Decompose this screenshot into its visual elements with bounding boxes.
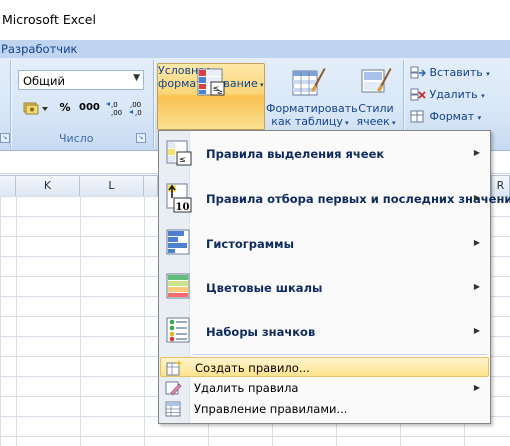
new-rule-icon [166,360,183,376]
svg-text:≥: ≥ [217,88,223,96]
menu-item-data-bars[interactable]: Гистограммы ▶ [160,222,489,264]
grid-line [16,196,17,446]
format-as-table-button[interactable]: Форматировать как таблицу ▾ [266,64,358,130]
submenu-arrow-icon: ▶ [473,383,480,392]
svg-text:,0: ,0 [135,109,142,117]
svg-text:,00: ,00 [111,109,122,117]
icon-sets-icon [166,317,190,343]
menu-item-icon-sets[interactable]: Наборы значков ▶ [160,310,489,352]
menu-item-label: Удалить правила [194,381,299,395]
column-header[interactable] [144,176,158,196]
menu-item-label: Правила отбора первых и последних значен… [206,192,510,206]
accounting-format-button[interactable] [20,98,52,118]
conditional-formatting-icon: ≤ ≥ [197,68,225,96]
submenu-arrow-icon: ▶ [473,193,480,202]
submenu-arrow-icon: ▶ [473,326,480,335]
menu-item-label: Создать правило... [195,361,310,375]
menu-item-clear-rules[interactable]: Удалить правила ▶ [160,378,489,398]
number-group-launcher[interactable]: ↘ [136,131,148,145]
delete-cells-button[interactable]: Удалить ▾ [410,88,485,106]
data-bars-icon [166,229,190,255]
cell-styles-label-2: ячеек ▾ [354,115,398,130]
menu-item-new-rule[interactable]: Создать правило... [160,357,489,377]
menu-item-label: Правила выделения ячеек [206,147,385,161]
menu-item-manage-rules[interactable]: Управление правилами... [160,399,489,419]
delete-cells-icon [410,88,426,101]
format-as-table-icon [292,68,326,96]
format-as-table-label-2: как таблицу ▾ [266,115,354,130]
percent-style-button[interactable]: % [54,98,76,118]
alignment-group-launcher[interactable]: ↘ [0,131,10,145]
menu-item-highlight-cells-rules[interactable]: ≤ Правила выделения ячеек ▶ [160,134,489,174]
cell-styles-label-text: ячеек [356,115,390,128]
chevron-down-icon: ▾ [486,70,490,78]
menu-item-label: Цветовые шкалы [206,281,323,295]
grid-line [80,196,81,446]
top-bottom-rules-icon: 10 [166,183,192,213]
column-header[interactable] [0,176,16,196]
conditional-formatting-menu: ≤ Правила выделения ячеек ▶ 10 Правила о… [158,130,510,424]
chevron-down-icon: ▾ [342,119,349,127]
svg-text:≤: ≤ [179,155,186,164]
title-bar: Microsoft Excel [0,0,510,40]
increase-decimal-icon: ,0 ,00 [106,101,122,117]
group-separator [10,60,11,148]
chevron-down-icon: ▾ [477,114,482,122]
format-cells-icon [410,110,424,123]
svg-text:,0: ,0 [111,101,118,109]
increase-decimal-button[interactable]: ,0 ,00 [103,98,125,118]
menu-item-label: Управление правилами... [194,402,348,416]
conditional-formatting-button[interactable]: ≤ ≥ Условное форматирование ▾ [157,63,265,130]
currency-icon [23,102,48,115]
chevron-down-icon: ▾ [481,92,485,100]
dialog-launcher-icon: ↘ [136,133,146,143]
submenu-arrow-icon: ▶ [473,282,480,291]
comma-style-button[interactable]: 000 [78,98,100,118]
highlight-cells-rules-icon: ≤ [166,140,192,166]
color-scales-icon [166,273,190,299]
grid-line [144,196,145,446]
menu-item-label: Гистограммы [206,237,294,251]
delete-cells-label: Удалить [429,88,478,101]
chevron-down-icon: ▾ [389,119,396,127]
ribbon-tab-strip: Разработчик [0,40,510,59]
menu-separator [193,354,487,355]
clear-rules-icon [165,381,182,396]
format-cells-label: Формат [429,110,475,123]
cell-styles-label: Стили [358,102,394,115]
decrease-decimal-button[interactable]: ,00 ,0 [126,98,148,118]
column-header-l[interactable]: L [80,176,144,196]
number-format-dropdown[interactable]: Общий ▼ [18,70,144,90]
manage-rules-icon [165,401,181,417]
cell-styles-icon [361,68,392,93]
insert-cells-button[interactable]: Вставить ▾ [410,66,490,84]
insert-cells-label: Вставить [429,66,483,79]
top-ten-number: 10 [176,202,190,213]
format-cells-button[interactable]: Формат ▾ [410,110,481,128]
menu-item-label: Наборы значков [206,325,316,339]
chevron-down-icon: ▾ [257,81,264,89]
decrease-decimal-icon: ,00 ,0 [129,101,142,117]
menu-item-color-scales[interactable]: Цветовые шкалы ▶ [160,266,489,308]
chevron-down-icon: ▼ [133,73,140,83]
format-as-table-label-text: как таблицу [271,115,343,128]
number-format-value: Общий [23,74,65,88]
number-group-label: Число [59,132,94,145]
column-header-k[interactable]: K [16,176,80,196]
submenu-arrow-icon: ▶ [473,148,480,157]
group-separator [153,60,154,148]
insert-cells-icon [410,66,427,79]
submenu-arrow-icon: ▶ [473,238,480,247]
window-title: Microsoft Excel [2,12,96,27]
format-as-table-label: Форматировать [266,102,358,115]
dialog-launcher-icon: ↘ [0,133,10,143]
menu-item-top-bottom-rules[interactable]: 10 Правила отбора первых и последних зна… [160,177,510,219]
cell-styles-button[interactable]: Стили ячеек ▾ [354,64,398,130]
svg-text:,00: ,00 [130,101,141,109]
tab-developer[interactable]: Разработчик [1,42,78,56]
